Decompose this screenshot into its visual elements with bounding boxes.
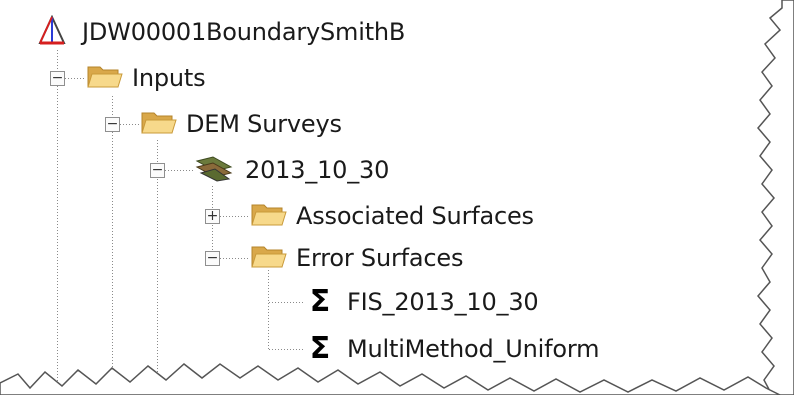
tree-node-label: Associated Surfaces <box>296 202 534 230</box>
tree-node-label: Inputs <box>132 64 206 92</box>
tree-node-dem-surveys[interactable]: DEM Surveys <box>140 104 342 144</box>
tree-node-fis[interactable]: Σ FIS_2013_10_30 <box>305 282 539 322</box>
tree-node-label: JDW00001BoundarySmithB <box>82 18 406 46</box>
tree-node-label: DEM Surveys <box>186 110 342 138</box>
sigma-icon: Σ <box>309 284 331 319</box>
folder-icon <box>250 200 296 232</box>
collapse-toggle[interactable]: − <box>50 71 65 86</box>
tree-node-label: FIS_2013_10_30 <box>347 288 539 316</box>
tree-root-node[interactable]: JDW00001BoundarySmithB <box>38 12 405 52</box>
tree-node-label: MultiMethod_Uniform <box>347 335 600 363</box>
folder-icon <box>86 62 132 94</box>
tree-node-associated-surfaces[interactable]: Associated Surfaces <box>250 196 534 236</box>
expand-toggle[interactable]: + <box>205 209 220 224</box>
collapse-toggle[interactable]: − <box>205 251 220 266</box>
tree-node-error-surfaces[interactable]: Error Surfaces <box>250 238 463 278</box>
tree-node-inputs[interactable]: Inputs <box>86 58 206 98</box>
sigma-icon: Σ <box>309 331 331 366</box>
folder-icon <box>250 242 296 274</box>
project-tree-panel: JDW00001BoundarySmithB − Inputs − DEM Su… <box>0 0 794 395</box>
collapse-toggle[interactable]: − <box>105 117 120 132</box>
tree-node-label: Error Surfaces <box>296 244 464 272</box>
triangle-icon <box>38 14 66 49</box>
dem-survey-icon <box>195 153 233 187</box>
tree-node-label: 2013_10_30 <box>245 156 390 184</box>
collapse-toggle[interactable]: − <box>150 163 165 178</box>
tree-node-multimethod[interactable]: Σ MultiMethod_Uniform <box>305 329 600 369</box>
folder-icon <box>140 108 186 140</box>
tree-node-survey[interactable]: 2013_10_30 <box>195 150 389 190</box>
